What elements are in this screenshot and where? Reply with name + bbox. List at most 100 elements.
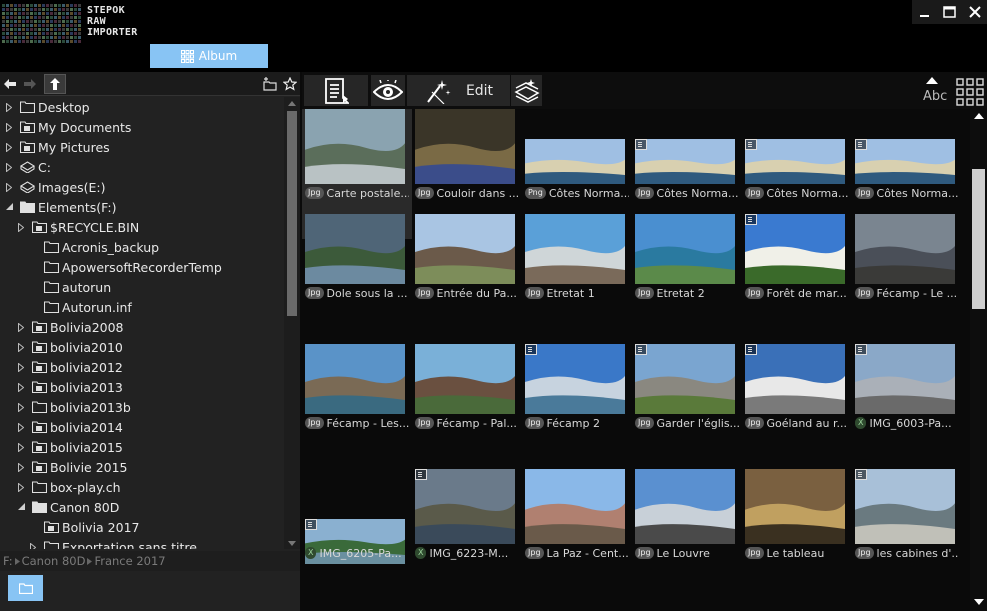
forward-button[interactable]: [21, 74, 39, 94]
tree-item[interactable]: Acronis_backup: [30, 237, 159, 257]
tree-item[interactable]: Bolivia2008: [18, 317, 124, 337]
close-button[interactable]: [962, 0, 987, 24]
maximize-button[interactable]: [937, 0, 962, 24]
expand-arrow-icon[interactable]: [18, 402, 26, 412]
back-button[interactable]: [1, 74, 19, 94]
scroll-down-arrow[interactable]: [284, 537, 300, 549]
tree-item[interactable]: bolivia2013: [18, 377, 123, 397]
tree-item[interactable]: $RECYCLE.BIN: [18, 217, 139, 237]
thumbnail-item[interactable]: X IMG_6205-Pa...: [302, 469, 412, 599]
thumbnail-item[interactable]: Jpg Entrée du Pa...: [412, 209, 522, 339]
path-segment[interactable]: France 2017: [94, 554, 165, 568]
new-folder-button[interactable]: [260, 74, 280, 94]
thumbnail-item[interactable]: X IMG_6223-M...: [412, 469, 522, 599]
scroll-down-arrow[interactable]: [972, 599, 985, 609]
tree-item[interactable]: bolivia2014: [18, 417, 123, 437]
tree-item[interactable]: box-play.ch: [18, 477, 121, 497]
expand-arrow-icon[interactable]: [6, 122, 14, 132]
tree-item[interactable]: ApowersoftRecorderTemp: [30, 257, 222, 277]
thumbnail-item[interactable]: Jpg Fécamp 2: [522, 339, 632, 469]
thumbnail-item[interactable]: Jpg Le tableau: [742, 469, 852, 599]
expand-arrow-icon[interactable]: [18, 382, 26, 392]
thumbnail-item[interactable]: Jpg Garder l'églis...: [632, 339, 742, 469]
file-type-badge: Jpg: [855, 547, 874, 559]
tree-item[interactable]: Bolivia 2017: [30, 517, 139, 537]
tree-item[interactable]: autorun: [30, 277, 111, 297]
thumbnail-item[interactable]: Jpg Fécamp - Pal...: [412, 339, 522, 469]
grid-view-icon[interactable]: [956, 78, 984, 106]
tree-item[interactable]: My Pictures: [6, 137, 110, 157]
thumbnail-caption: Jpg Le Louvre: [635, 545, 739, 561]
expand-arrow-icon[interactable]: [18, 462, 26, 472]
minimize-button[interactable]: [912, 0, 937, 24]
tab-album[interactable]: Album: [150, 44, 268, 68]
thumbnail-item[interactable]: Jpg Dole sous la ...: [302, 209, 412, 339]
tree-item[interactable]: bolivia2012: [18, 357, 123, 377]
tree-item[interactable]: Desktop: [6, 97, 90, 117]
thumbnail-item[interactable]: Jpg les cabines d'...: [852, 469, 962, 599]
path-segment[interactable]: F:: [3, 554, 13, 568]
expand-arrow-icon[interactable]: [30, 282, 38, 292]
exif-icon: [635, 344, 647, 355]
tree-item[interactable]: Exportation sans titre: [30, 537, 197, 549]
tree-item[interactable]: Canon 80D: [18, 497, 119, 517]
tree-item[interactable]: bolivia2010: [18, 337, 123, 357]
scroll-up-arrow[interactable]: [284, 97, 300, 109]
collapse-arrow-icon[interactable]: [18, 502, 26, 512]
thumbnail-item[interactable]: Jpg Le Louvre: [632, 469, 742, 599]
expand-arrow-icon[interactable]: [18, 362, 26, 372]
view-button[interactable]: [371, 75, 405, 106]
expand-arrow-icon[interactable]: [6, 182, 14, 192]
thumbnail-item[interactable]: Jpg Fécamp - Le ...: [852, 209, 962, 339]
thumbnail-item[interactable]: Jpg Etretat 2: [632, 209, 742, 339]
tree-item[interactable]: My Documents: [6, 117, 131, 137]
eye-icon: [373, 79, 403, 100]
expand-arrow-icon[interactable]: [18, 422, 26, 432]
tree-item[interactable]: bolivia2013b: [18, 397, 131, 417]
expand-arrow-icon[interactable]: [18, 222, 26, 232]
expand-arrow-icon[interactable]: [30, 302, 38, 312]
scroll-thumb[interactable]: [972, 169, 985, 309]
grid-scrollbar[interactable]: [970, 109, 987, 611]
tree-item-label: Bolivie 2015: [50, 459, 128, 475]
batch-edit-button[interactable]: [511, 75, 542, 106]
scroll-up-arrow[interactable]: [972, 113, 985, 123]
expand-arrow-icon[interactable]: [18, 342, 26, 352]
expand-arrow-icon[interactable]: [18, 322, 26, 332]
tree-item-label: Images(E:): [38, 179, 106, 195]
expand-arrow-icon[interactable]: [18, 442, 26, 452]
thumbnail-image: [635, 139, 735, 184]
thumbnail-item[interactable]: Jpg Forêt de mar...: [742, 209, 852, 339]
thumbnail-item[interactable]: Jpg Goéland au r...: [742, 339, 852, 469]
tree-item[interactable]: Elements(F:): [6, 197, 116, 217]
tree-item[interactable]: C:: [6, 157, 51, 177]
expand-arrow-icon[interactable]: [30, 522, 38, 532]
tree-scrollbar[interactable]: [284, 97, 300, 549]
expand-arrow-icon[interactable]: [6, 162, 14, 172]
tree-item[interactable]: bolivia2015: [18, 437, 123, 457]
expand-arrow-icon[interactable]: [18, 482, 26, 492]
favorites-button[interactable]: [281, 74, 299, 94]
path-segment[interactable]: Canon 80D: [22, 554, 86, 568]
tree-item[interactable]: Images(E:): [6, 177, 106, 197]
sort-by-name-button[interactable]: Abc: [920, 76, 948, 106]
parent-folder-button[interactable]: [44, 74, 66, 94]
expand-arrow-icon[interactable]: [6, 142, 14, 152]
expand-arrow-icon[interactable]: [30, 242, 38, 252]
thumbnail-item[interactable]: Jpg Etretat 1: [522, 209, 632, 339]
edit-button[interactable]: Edit: [407, 75, 510, 106]
file-type-badge: Jpg: [415, 187, 434, 199]
collapse-arrow-icon[interactable]: [6, 202, 14, 212]
thumbnail-item[interactable]: Jpg Fécamp - Les...: [302, 339, 412, 469]
thumbnail-item[interactable]: X IMG_6003-Pa...: [852, 339, 962, 469]
expand-arrow-icon[interactable]: [6, 102, 14, 112]
list-view-button[interactable]: [304, 75, 368, 106]
scroll-thumb[interactable]: [287, 111, 297, 316]
open-folder-button[interactable]: [8, 575, 43, 601]
expand-arrow-icon[interactable]: [30, 262, 38, 272]
tree-item-label: autorun: [62, 279, 112, 295]
expand-arrow-icon[interactable]: [30, 542, 38, 549]
tree-item[interactable]: Bolivie 2015: [18, 457, 128, 477]
tree-item[interactable]: Autorun.inf: [30, 297, 132, 317]
thumbnail-item[interactable]: Jpg La Paz - Cent...: [522, 469, 632, 599]
